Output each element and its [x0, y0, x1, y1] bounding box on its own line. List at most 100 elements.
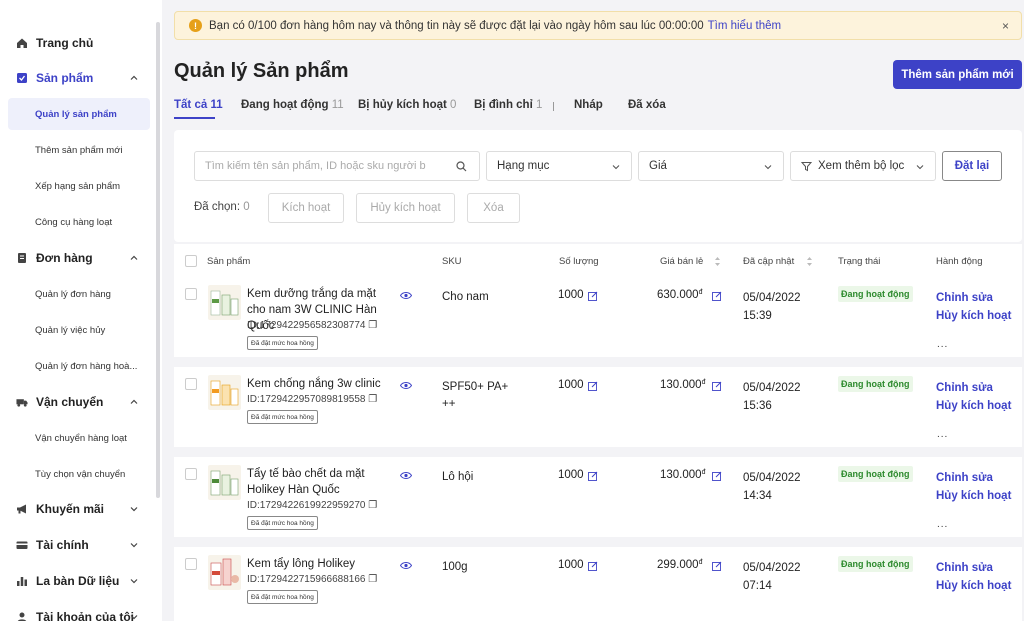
- product-thumbnail[interactable]: [208, 375, 241, 410]
- reset-button[interactable]: Đặt lại: [942, 151, 1002, 181]
- edit-quantity-icon[interactable]: [588, 561, 598, 571]
- sidebar-item-products[interactable]: Sản phẩm: [0, 64, 150, 92]
- edit-link[interactable]: Chỉnh sửa: [936, 379, 1016, 397]
- sku-value: SPF50+ PA+ ++: [442, 381, 509, 410]
- sidebar-item-promotions[interactable]: Khuyến mãi: [0, 495, 150, 523]
- deactivate-link[interactable]: Hủy kích hoạt: [936, 397, 1016, 415]
- sidebar-item-bulk-tools[interactable]: Công cụ hàng loạt: [8, 206, 150, 238]
- add-product-button[interactable]: Thêm sản phẩm mới: [893, 60, 1022, 89]
- deactivate-link[interactable]: Hủy kích hoạt: [936, 487, 1016, 505]
- edit-link[interactable]: Chỉnh sửa: [936, 559, 1016, 577]
- commission-tag: Đã đặt mức hoa hồng: [247, 410, 318, 424]
- edit-quantity-icon[interactable]: [588, 381, 598, 391]
- close-icon[interactable]: ×: [1002, 19, 1009, 33]
- eye-icon[interactable]: [400, 381, 412, 390]
- sidebar-item-home[interactable]: Trang chủ: [0, 29, 150, 57]
- row-checkbox[interactable]: [185, 378, 197, 390]
- product-thumbnail[interactable]: [208, 285, 241, 320]
- tab-deleted[interactable]: Đã xóa: [628, 99, 666, 111]
- sidebar-item-shipping-options[interactable]: Tùy chọn vận chuyển: [8, 458, 150, 490]
- tab-suspended[interactable]: Bị đình chỉ 1: [474, 99, 542, 111]
- product-id: ID:1729422956582308774 ❐: [247, 320, 378, 331]
- delete-button[interactable]: Xóa: [467, 193, 520, 223]
- status-badge: Đang hoạt động: [838, 466, 913, 482]
- more-actions[interactable]: ...: [937, 339, 948, 350]
- edit-price-icon[interactable]: [712, 291, 722, 301]
- more-actions[interactable]: ...: [937, 429, 948, 440]
- tab-active[interactable]: Đang hoạt động 11: [241, 99, 344, 111]
- sidebar-item-product-manage[interactable]: Quản lý sản phẩm: [8, 98, 150, 130]
- sidebar-item-order-manage[interactable]: Quản lý đơn hàng: [8, 278, 150, 310]
- search-input[interactable]: Tìm kiếm tên sản phẩm, ID hoặc sku người…: [194, 151, 480, 181]
- product-name[interactable]: Kem tẩy lông Holikey: [247, 556, 397, 572]
- eye-icon[interactable]: [400, 561, 412, 570]
- edit-price-icon[interactable]: [712, 561, 722, 571]
- product-thumbnail[interactable]: [208, 465, 241, 500]
- tab-all[interactable]: Tất cả 11: [174, 99, 223, 111]
- chevron-down-icon: [916, 165, 924, 170]
- deactivate-link[interactable]: Hủy kích hoạt: [936, 307, 1016, 325]
- sort-icon[interactable]: [806, 256, 813, 267]
- deactivate-link[interactable]: Hủy kích hoạt: [936, 577, 1016, 595]
- sku-value: 100g: [442, 561, 468, 573]
- table-header: Sản phẩm SKU Số lượng Giá bán lẻ Đã cập …: [174, 244, 1022, 277]
- header-updated[interactable]: Đã cập nhật: [743, 256, 794, 267]
- row-checkbox[interactable]: [185, 468, 197, 480]
- row-checkbox[interactable]: [185, 288, 197, 300]
- more-actions[interactable]: ...: [937, 519, 948, 530]
- sidebar-item-shipping[interactable]: Vận chuyển: [0, 388, 150, 416]
- tab-draft[interactable]: Nháp: [574, 99, 603, 111]
- eye-icon[interactable]: [400, 471, 412, 480]
- product-name[interactable]: Kem chống nắng 3w clinic: [247, 376, 397, 392]
- sidebar-item-bulk-shipping[interactable]: Vận chuyển hàng loạt: [8, 422, 150, 454]
- header-quantity[interactable]: Số lượng: [559, 256, 599, 267]
- product-name[interactable]: Tẩy tế bào chết da mặt Holikey Hàn Quốc: [247, 466, 397, 498]
- category-select[interactable]: Hạng mục: [486, 151, 632, 181]
- row-checkbox[interactable]: [185, 558, 197, 570]
- copy-icon[interactable]: ❐: [368, 574, 377, 585]
- activate-button[interactable]: Kích hoạt: [268, 193, 344, 223]
- deactivate-button[interactable]: Hủy kích hoạt: [356, 193, 455, 223]
- edit-quantity-icon[interactable]: [588, 471, 598, 481]
- sidebar-item-finance[interactable]: Tài chính: [0, 531, 150, 559]
- row-actions: Chỉnh sửa Hủy kích hoạt: [936, 379, 1016, 415]
- tab-deactivated[interactable]: Bị hủy kích hoạt 0: [358, 99, 456, 111]
- product-id: ID:1729422715966688166 ❐: [247, 574, 378, 585]
- quantity-value: 1000: [558, 379, 584, 391]
- sidebar-item-data-compass[interactable]: La bàn Dữ liệu: [0, 567, 150, 595]
- copy-icon[interactable]: ❐: [368, 500, 377, 511]
- edit-quantity-icon[interactable]: [588, 291, 598, 301]
- sidebar-item-orders[interactable]: Đơn hàng: [0, 244, 150, 272]
- select-all-checkbox[interactable]: [185, 255, 197, 267]
- edit-link[interactable]: Chỉnh sửa: [936, 289, 1016, 307]
- row-actions: Chỉnh sửa Hủy kích hoạt: [936, 469, 1016, 505]
- header-price[interactable]: Giá bán lẻ: [660, 256, 703, 267]
- edit-link[interactable]: Chỉnh sửa: [936, 469, 1016, 487]
- edit-price-icon[interactable]: [712, 471, 722, 481]
- row-actions: Chỉnh sửa Hủy kích hoạt: [936, 289, 1016, 325]
- sidebar-item-account[interactable]: Tài khoản của tôi: [0, 603, 150, 621]
- table-row: Kem chống nắng 3w clinic ID:172942295708…: [174, 367, 1022, 447]
- product-thumbnail[interactable]: [208, 555, 241, 590]
- sort-icon[interactable]: [714, 256, 721, 267]
- quantity-value: 1000: [558, 289, 584, 301]
- sidebar-item-product-rating[interactable]: Xếp hạng sản phẩm: [8, 170, 150, 202]
- price-select[interactable]: Giá: [638, 151, 784, 181]
- learn-more-link[interactable]: Tìm hiểu thêm: [708, 20, 782, 32]
- sidebar-item-add-product[interactable]: Thêm sản phẩm mới: [8, 134, 150, 166]
- sidebar-section-label: Sản phẩm: [36, 71, 94, 85]
- page-title: Quản lý Sản phẩm: [174, 60, 349, 82]
- copy-icon[interactable]: ❐: [368, 394, 377, 405]
- copy-icon[interactable]: ❐: [368, 320, 377, 331]
- quantity-value: 1000: [558, 559, 584, 571]
- sidebar-item-cancellations[interactable]: Quản lý việc hủy: [8, 314, 150, 346]
- eye-icon[interactable]: [400, 291, 412, 300]
- search-icon[interactable]: [456, 161, 467, 172]
- sidebar-scrollbar[interactable]: [156, 22, 160, 498]
- more-filters-select[interactable]: Xem thêm bộ lọc: [790, 151, 936, 181]
- updated-datetime: 05/04/2022 07:14: [743, 562, 801, 592]
- order-icon: [16, 252, 28, 264]
- edit-price-icon[interactable]: [712, 381, 722, 391]
- price-value: 630.000đ: [657, 289, 703, 301]
- sidebar-item-returns[interactable]: Quản lý đơn hàng hoà...: [8, 350, 150, 382]
